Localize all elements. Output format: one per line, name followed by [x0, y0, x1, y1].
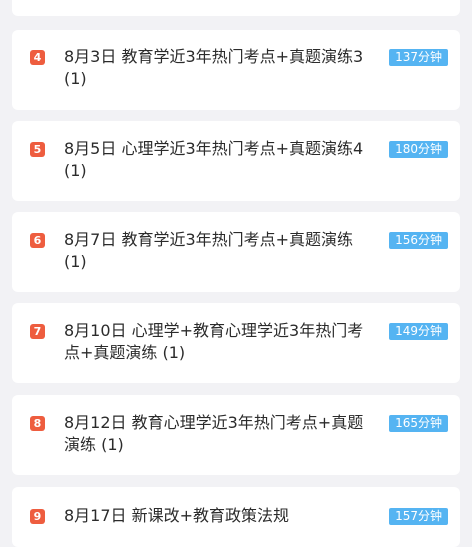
lesson-index-badge: 5: [30, 142, 45, 157]
list-item[interactable]: 6 8月7日 教育学近3年热门考点+真题演练 (1) 156分钟: [12, 212, 460, 292]
lesson-title: 8月12日 教育心理学近3年热门考点+真题演练 (1): [64, 413, 364, 454]
list-item[interactable]: 7 8月10日 心理学+教育心理学近3年热门考点+真题演练 (1) 149分钟: [12, 303, 460, 383]
lesson-index-badge: 7: [30, 324, 45, 339]
duration-badge: 180分钟: [389, 141, 448, 158]
lesson-title: 8月7日 教育学近3年热门考点+真题演练 (1): [64, 230, 354, 271]
list-item-partial[interactable]: [12, 0, 460, 16]
duration-badge: 157分钟: [389, 508, 448, 525]
lesson-index-badge: 9: [30, 509, 45, 524]
list-item[interactable]: 9 8月17日 新课改+教育政策法规 157分钟: [12, 487, 460, 547]
list-item[interactable]: 5 8月5日 心理学近3年热门考点+真题演练4 (1) 180分钟: [12, 121, 460, 201]
lesson-title: 8月3日 教育学近3年热门考点+真题演练3 (1): [64, 47, 364, 88]
lesson-index-badge: 6: [30, 233, 45, 248]
list-item[interactable]: 4 8月3日 教育学近3年热门考点+真题演练3 (1) 137分钟: [12, 30, 460, 110]
lesson-title: 8月17日 新课改+教育政策法规: [64, 506, 290, 525]
lesson-index-badge: 4: [30, 50, 45, 65]
lesson-index-badge: 8: [30, 416, 45, 431]
duration-badge: 165分钟: [389, 415, 448, 432]
list-item[interactable]: 8 8月12日 教育心理学近3年热门考点+真题演练 (1) 165分钟: [12, 395, 460, 475]
lesson-title: 8月10日 心理学+教育心理学近3年热门考点+真题演练 (1): [64, 321, 364, 362]
duration-badge: 156分钟: [389, 232, 448, 249]
lesson-list: 4 8月3日 教育学近3年热门考点+真题演练3 (1) 137分钟 5 8月5日…: [0, 0, 472, 547]
lesson-title: 8月5日 心理学近3年热门考点+真题演练4 (1): [64, 139, 364, 180]
duration-badge: 137分钟: [389, 49, 448, 66]
duration-badge: 149分钟: [389, 323, 448, 340]
